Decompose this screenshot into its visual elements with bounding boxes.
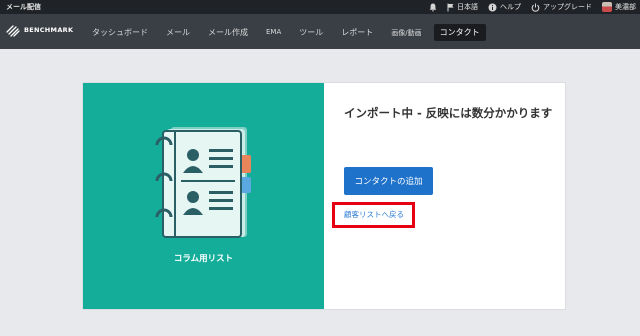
add-contact-button[interactable]: コンタクトの追加 [344, 167, 433, 195]
upgrade-button[interactable]: アップグレード [531, 2, 592, 12]
status-panel: インポート中 - 反映には数分かかります コンタクトの追加 顧客リストへ戻る [324, 83, 565, 309]
language-label: 日本語 [457, 3, 478, 11]
nav-item-tools[interactable]: ツール [293, 24, 329, 41]
top-bar: メール配信 日本語 ヘルプ アップグレード 美濃部 [0, 0, 640, 14]
language-button[interactable]: 日本語 [447, 2, 478, 12]
nav-item-mail-create[interactable]: メール作成 [202, 24, 254, 41]
bell-icon [429, 3, 437, 11]
nav-item-images-videos[interactable]: 画像/動画 [385, 24, 427, 41]
nav-item-mail[interactable]: メール [160, 24, 196, 41]
import-status-card: コラム用リスト インポート中 - 反映には数分かかります コンタクトの追加 顧客… [83, 83, 565, 309]
list-name: コラム用リスト [173, 254, 234, 264]
nav-item-dashboard[interactable]: タッシュボード [86, 24, 154, 41]
user-menu[interactable]: 美濃部 [602, 2, 636, 12]
main-navbar: BENCHMARK タッシュボード メール メール作成 EMA ツール レポート… [0, 14, 640, 49]
brand-name: BENCHMARK [24, 26, 74, 34]
avatar [602, 2, 612, 12]
top-bar-right: 日本語 ヘルプ アップグレード 美濃部 [429, 0, 636, 14]
app-title: メール配信 [6, 3, 41, 11]
user-name: 美濃部 [615, 3, 636, 11]
brand-logo[interactable]: BENCHMARK [6, 23, 73, 37]
nav-item-reports[interactable]: レポート [335, 24, 379, 41]
nav-menu: タッシュボード メール メール作成 EMA ツール レポート 画像/動画 コンタ… [86, 24, 492, 41]
nav-item-contacts[interactable]: コンタクト [433, 24, 486, 41]
flag-icon [447, 3, 454, 11]
notifications-button[interactable] [429, 3, 437, 12]
import-status-message: インポート中 - 反映には数分かかります [344, 106, 553, 120]
help-label: ヘルプ [500, 3, 521, 11]
back-to-lists-link[interactable]: 顧客リストへ戻る [344, 209, 404, 220]
power-icon [531, 3, 540, 12]
info-icon [488, 3, 497, 11]
contact-book-icon [155, 127, 251, 238]
upgrade-label: アップグレード [543, 3, 592, 11]
help-button[interactable]: ヘルプ [488, 2, 521, 12]
list-panel: コラム用リスト [83, 83, 324, 309]
benchmark-logo-icon [6, 25, 20, 37]
nav-item-ema[interactable]: EMA [260, 24, 287, 41]
